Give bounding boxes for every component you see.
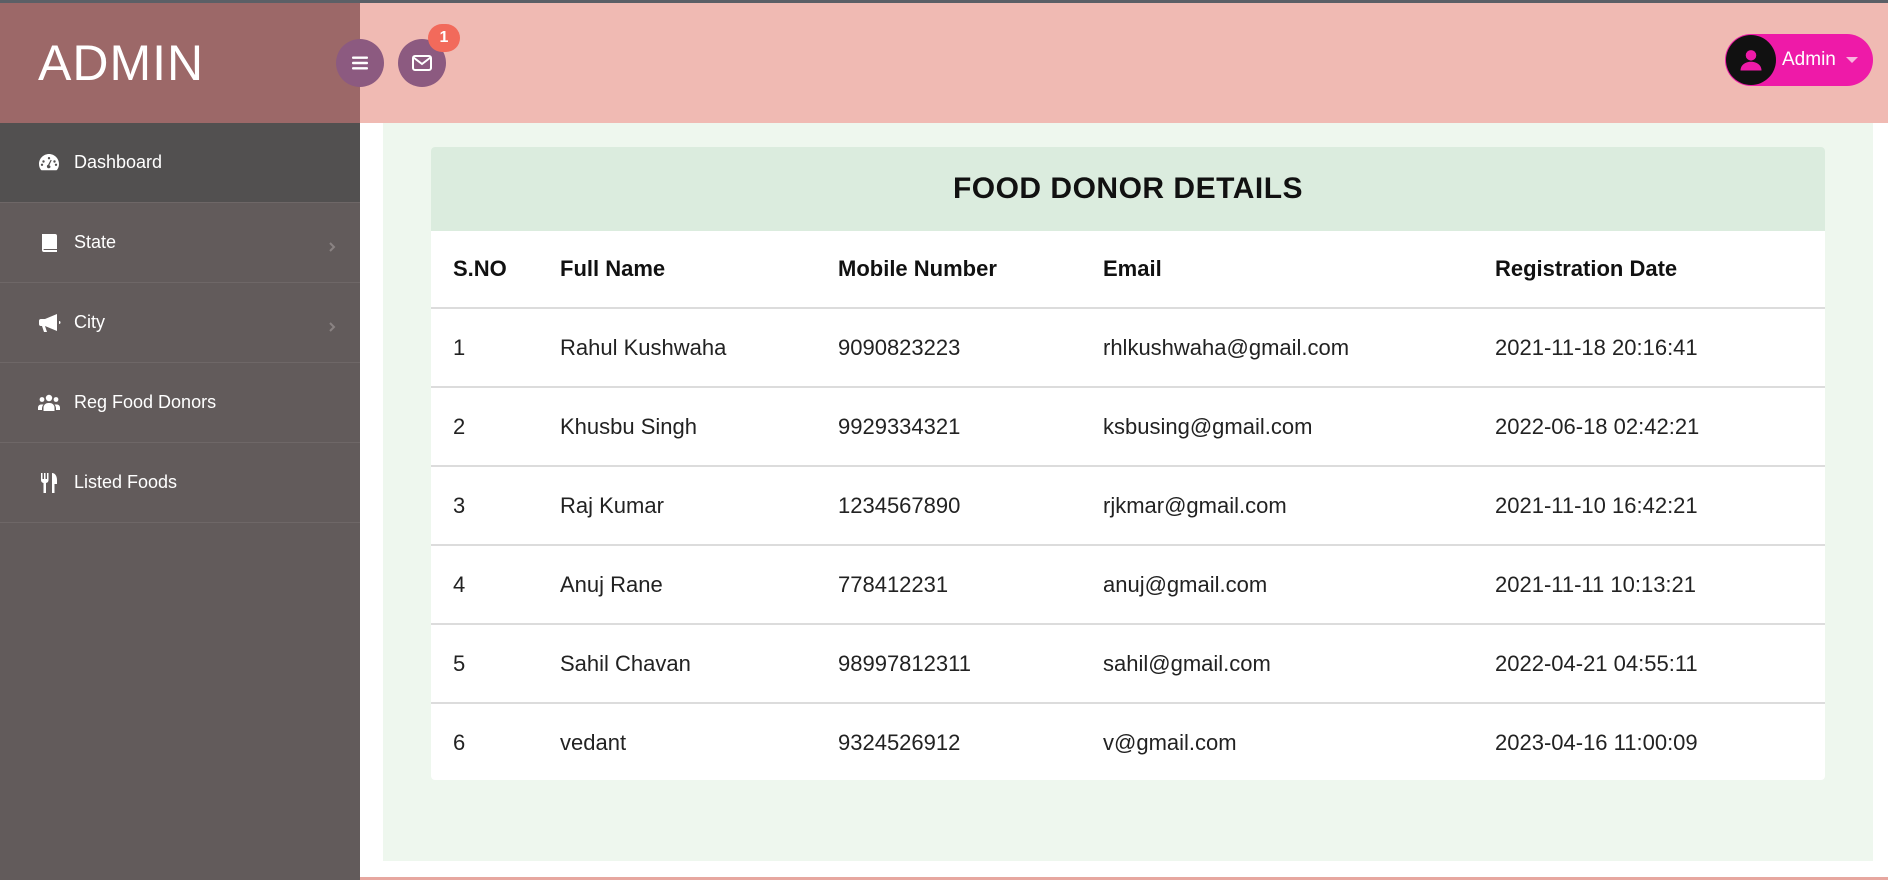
cell-sno: 4 xyxy=(453,571,466,597)
cell-mobile: 9324526912 xyxy=(838,730,961,755)
cell-mobile: 1234567890 xyxy=(838,492,961,518)
cell-registration-date: 2022-04-21 04:55:11 xyxy=(1495,650,1698,676)
cell-full-name: Sahil Chavan xyxy=(560,650,691,676)
notification-badge: 1 xyxy=(428,24,460,52)
sidebar-item-reg-food-donors[interactable]: Reg Food Donors xyxy=(0,363,360,443)
table-row: 6 vedant 9324526912 v@gmail.com 2023-04-… xyxy=(431,703,1825,782)
sidebar-nav: Dashboard State City Reg Food Donors Lis… xyxy=(0,123,360,523)
cell-email: rhlkushwaha@gmail.com xyxy=(1103,334,1350,360)
cell-email: v@gmail.com xyxy=(1103,730,1237,755)
user-icon xyxy=(1740,50,1762,71)
cell-sno: 1 xyxy=(453,334,466,360)
column-header-sno: S.NO xyxy=(453,256,507,281)
sidebar-item-label: Listed Foods xyxy=(74,472,178,492)
column-header-registration-date: Registration Date xyxy=(1495,256,1678,281)
sidebar-item-dashboard[interactable]: Dashboard xyxy=(0,123,360,203)
avatar xyxy=(1726,35,1776,85)
cell-registration-date: 2021-11-10 16:42:21 xyxy=(1495,492,1698,518)
donor-table: S.NO Full Name Mobile Number Email Regis… xyxy=(431,231,1825,782)
cell-sno: 2 xyxy=(453,413,466,439)
chevron-right-icon xyxy=(326,317,338,332)
user-name: Admin xyxy=(1782,49,1836,70)
chevron-right-icon xyxy=(326,237,338,252)
sidebar: ADMIN Dashboard State City Reg Food Dono… xyxy=(0,3,360,880)
table-row: 2 Khusbu Singh 9929334321 ksbusing@gmail… xyxy=(431,387,1825,466)
cell-email: rjkmar@gmail.com xyxy=(1103,492,1287,518)
cell-mobile: 98997812311 xyxy=(838,650,971,676)
card-header: FOOD DONOR DETAILS xyxy=(431,147,1825,231)
sidebar-item-state[interactable]: State xyxy=(0,203,360,283)
brand-area: ADMIN xyxy=(0,3,360,123)
caret-down-icon xyxy=(1845,57,1858,63)
user-menu-button[interactable]: Admin xyxy=(1725,34,1873,86)
table-row: 3 Raj Kumar 1234567890 rjkmar@gmail.com … xyxy=(431,466,1825,545)
cell-registration-date: 2021-11-11 10:13:21 xyxy=(1495,571,1697,597)
hamburger-icon xyxy=(352,56,368,70)
book-icon xyxy=(36,230,62,256)
column-header-email: Email xyxy=(1103,256,1162,281)
cell-mobile: 778412231 xyxy=(838,571,949,597)
cell-registration-date: 2021-11-18 20:16:41 xyxy=(1495,334,1698,360)
cell-email: sahil@gmail.com xyxy=(1103,650,1271,676)
bullhorn-icon xyxy=(36,310,62,336)
column-header-full-name: Full Name xyxy=(560,256,666,281)
table-row: 4 Anuj Rane 778412231 anuj@gmail.com 202… xyxy=(431,545,1825,624)
brand-title: ADMIN xyxy=(38,35,205,91)
cell-email: ksbusing@gmail.com xyxy=(1103,413,1313,439)
sidebar-item-label: Reg Food Donors xyxy=(74,392,217,412)
cell-email: anuj@gmail.com xyxy=(1103,571,1268,597)
cell-mobile: 9090823223 xyxy=(838,334,961,360)
sidebar-item-listed-foods[interactable]: Listed Foods xyxy=(0,443,360,523)
table-row: 5 Sahil Chavan 98997812311 sahil@gmail.c… xyxy=(431,624,1825,703)
table-header-row: S.NO Full Name Mobile Number Email Regis… xyxy=(431,231,1825,308)
users-icon xyxy=(36,390,62,416)
cell-full-name: Rahul Kushwaha xyxy=(560,334,727,360)
column-header-mobile: Mobile Number xyxy=(838,256,997,281)
envelope-icon xyxy=(412,55,432,71)
cell-full-name: Anuj Rane xyxy=(560,571,663,597)
menu-toggle-button[interactable] xyxy=(336,39,384,87)
cell-full-name: vedant xyxy=(560,730,627,755)
cell-full-name: Raj Kumar xyxy=(560,492,664,518)
utensils-icon xyxy=(36,470,62,496)
cell-sno: 5 xyxy=(453,650,466,676)
sidebar-item-label: State xyxy=(74,232,117,252)
sidebar-item-label: Dashboard xyxy=(74,152,163,172)
dashboard-icon xyxy=(36,150,62,176)
donor-table-card: FOOD DONOR DETAILS S.NO Full Name Mobile… xyxy=(431,147,1825,780)
sidebar-item-city[interactable]: City xyxy=(0,283,360,363)
cell-sno: 6 xyxy=(453,730,466,755)
cell-registration-date: 2022-06-18 02:42:21 xyxy=(1495,413,1700,439)
cell-registration-date: 2023-04-16 11:00:09 xyxy=(1495,730,1698,755)
cell-sno: 3 xyxy=(453,492,466,518)
cell-full-name: Khusbu Singh xyxy=(560,413,697,439)
cell-mobile: 9929334321 xyxy=(838,413,961,439)
table-row: 1 Rahul Kushwaha 9090823223 rhlkushwaha@… xyxy=(431,308,1825,387)
sidebar-item-label: City xyxy=(74,312,105,332)
top-header: 1 Admin xyxy=(336,3,1888,123)
page-title: FOOD DONOR DETAILS xyxy=(952,172,1304,205)
